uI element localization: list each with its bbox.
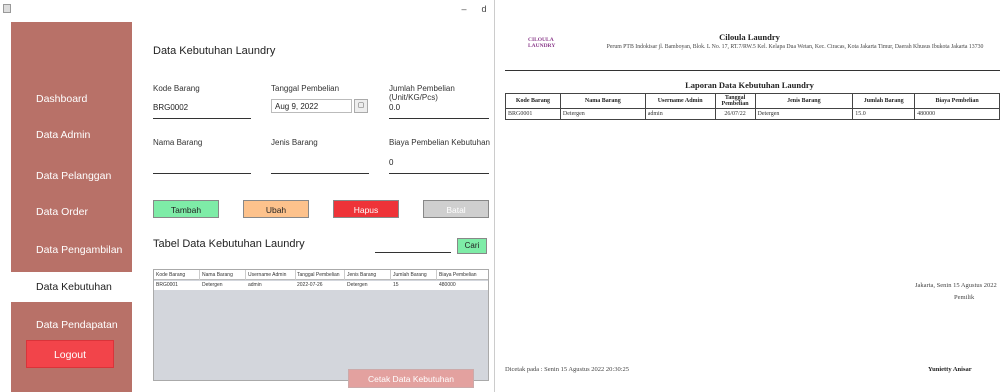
table-header-cell[interactable]: Tanggal Pembelian — [297, 270, 345, 280]
kode-barang-label: Kode Barang — [153, 84, 200, 93]
tanggal-pembelian-value: Aug 9, 2022 — [275, 102, 319, 111]
jenis-barang-label: Jenis Barang — [271, 138, 318, 147]
table-header-cell[interactable]: Kode Barang — [156, 270, 200, 280]
kode-barang-underline — [153, 118, 251, 119]
report-header-cell: Tanggal Pembelian — [714, 93, 756, 109]
tambah-button[interactable]: Tambah — [153, 200, 219, 218]
table-cell: Detergen — [347, 282, 368, 288]
biaya-pembelian-label: Biaya Pembelian Kebutuhan — [389, 138, 490, 147]
calendar-icon[interactable]: ▢ — [354, 99, 368, 113]
table-header-cell[interactable]: Jenis Barang — [347, 270, 391, 280]
sidebar-item-data-pelanggan[interactable]: Data Pelanggan — [11, 161, 132, 191]
table-header-cell[interactable]: Biaya Pembelian — [439, 270, 487, 280]
table-cell: 15 — [393, 282, 399, 288]
report-cell: 480000 — [914, 108, 1000, 120]
report-header-cell: Kode Barang — [505, 93, 561, 109]
hapus-button[interactable]: Hapus — [333, 200, 399, 218]
app-root: – d Dashboard Data Admin Data Pelanggan … — [0, 0, 1003, 392]
report-table-row: BRG0001 Detergen admin 26/07/22 Detergen… — [505, 108, 1000, 120]
report-header-cell: Jenis Barang — [754, 93, 854, 109]
kode-barang-field[interactable]: BRG0002 — [153, 103, 188, 112]
report-cell: admin — [644, 108, 716, 120]
report-cell: BRG0001 — [505, 108, 561, 120]
table-cell: BRG0001 — [156, 282, 178, 288]
table-title: Tabel Data Kebutuhan Laundry — [153, 238, 305, 250]
table-header-cell[interactable]: Nama Barang — [202, 270, 246, 280]
ubah-button[interactable]: Ubah — [243, 200, 309, 218]
window-titlebar: – d — [0, 0, 493, 20]
nama-barang-label: Nama Barang — [153, 138, 203, 147]
search-input[interactable] — [375, 252, 451, 253]
table-cell: admin — [248, 282, 262, 288]
kebutuhan-table[interactable]: Kode Barang Nama Barang Username Admin T… — [153, 269, 489, 381]
table-cell: Detergen — [202, 282, 223, 288]
report-header-cell: Nama Barang — [559, 93, 646, 109]
biaya-pembelian-underline — [389, 173, 489, 174]
table-cell: 2022-07-26 — [297, 282, 323, 288]
sidebar-item-dashboard[interactable]: Dashboard — [11, 84, 132, 114]
report-sign-date: Jakarta, Senin 15 Agustus 2022 — [915, 282, 997, 289]
report-cell: 26/07/22 — [714, 108, 756, 120]
nama-barang-underline — [153, 173, 251, 174]
report-preview: CILOULA LAUNDRY Ciloula Laundry Perum PT… — [494, 0, 1003, 392]
minimize-button[interactable]: – — [458, 3, 470, 15]
sidebar-item-data-pengambilan[interactable]: Data Pengambilan — [11, 235, 132, 265]
sidebar-item-data-order[interactable]: Data Order — [11, 197, 132, 227]
report-sign-title: Pemilik — [954, 294, 975, 301]
report-cell: Detergen — [754, 108, 854, 120]
jumlah-pembelian-field[interactable]: 0.0 — [389, 103, 400, 112]
jumlah-pembelian-underline — [389, 118, 489, 119]
report-title: Laporan Data Kebutuhan Laundry — [685, 80, 814, 90]
biaya-pembelian-field[interactable]: 0 — [389, 158, 393, 167]
table-header-cell[interactable]: Username Admin — [248, 270, 296, 280]
sidebar: Dashboard Data Admin Data Pelanggan Data… — [11, 22, 132, 392]
cetak-data-kebutuhan-button[interactable]: Cetak Data Kebutuhan — [348, 369, 474, 388]
table-cell: 480000 — [439, 282, 456, 288]
table-row[interactable]: BRG0001 Detergen admin 2022-07-26 Deterg… — [154, 281, 488, 290]
report-table-header: Kode Barang Nama Barang Username Admin T… — [505, 93, 1000, 109]
company-address: Perum PTB Indokisar jl. Bamboyan, Blok. … — [606, 44, 984, 50]
kebutuhan-form: Data Kebutuhan Laundry Kode Barang BRG00… — [137, 22, 493, 392]
maximize-button[interactable]: d — [478, 3, 490, 15]
table-header: Kode Barang Nama Barang Username Admin T… — [154, 270, 488, 280]
company-name: Ciloula Laundry — [719, 32, 780, 42]
report-table: Kode Barang Nama Barang Username Admin T… — [505, 93, 1000, 120]
jenis-barang-underline — [271, 173, 369, 174]
report-owner-name: Yunietty Anisar — [928, 366, 972, 373]
batal-button[interactable]: Batal — [423, 200, 489, 218]
report-printed-at: Dicetak pada : Senin 15 Agustus 2022 20:… — [505, 366, 630, 373]
report-cell: 15.0 — [852, 108, 916, 120]
report-header-cell: Biaya Pembelian — [914, 93, 1000, 109]
report-cell: Detergen — [559, 108, 646, 120]
cari-button[interactable]: Cari — [457, 238, 487, 254]
report-header-cell: Username Admin — [644, 93, 716, 109]
report-header-cell: Jumlah Barang — [852, 93, 916, 109]
sidebar-item-data-admin[interactable]: Data Admin — [11, 120, 132, 150]
logout-button[interactable]: Logout — [26, 340, 114, 368]
tanggal-pembelian-label: Tanggal Pembelian — [271, 84, 340, 93]
jumlah-pembelian-label: Jumlah Pembelian (Unit/KG/Pcs) — [389, 84, 455, 102]
table-header-cell[interactable]: Jumlah Barang — [393, 270, 437, 280]
sidebar-item-data-pendapatan[interactable]: Data Pendapatan — [11, 310, 132, 340]
sidebar-item-data-kebutuhan[interactable]: Data Kebutuhan — [11, 272, 132, 302]
app-icon — [3, 4, 11, 13]
page-title: Data Kebutuhan Laundry — [153, 45, 276, 57]
header-divider — [505, 70, 1000, 71]
laundry-app-window: – d Dashboard Data Admin Data Pelanggan … — [0, 0, 493, 392]
